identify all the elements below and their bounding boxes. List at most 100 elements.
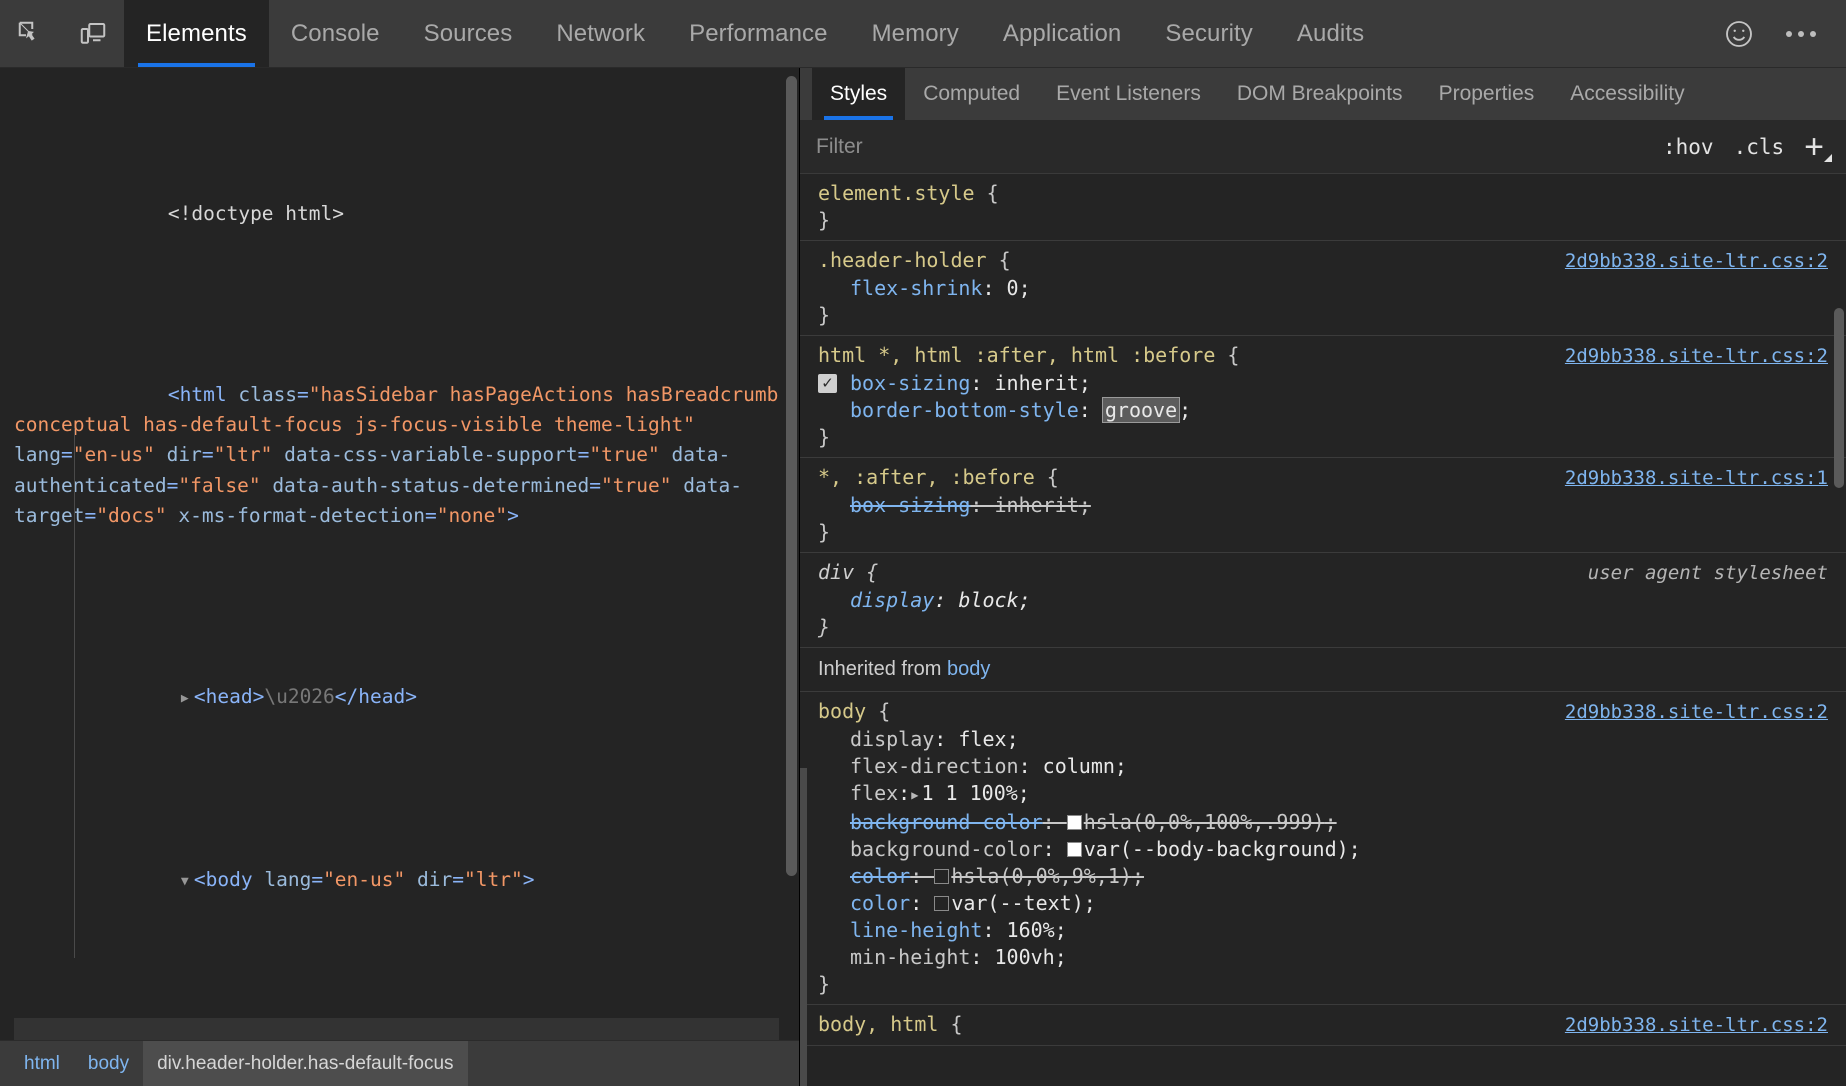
breadcrumb-item-body[interactable]: body bbox=[74, 1041, 143, 1086]
color-swatch[interactable] bbox=[1067, 815, 1082, 830]
css-value[interactable]: block bbox=[958, 588, 1018, 612]
dom-tree-scroll[interactable]: <!doctype html> <html class="hasSidebar … bbox=[0, 68, 799, 1040]
rule-selector[interactable]: div bbox=[818, 559, 854, 586]
tab-event-listeners[interactable]: Event Listeners bbox=[1038, 68, 1219, 120]
device-toolbar-icon[interactable] bbox=[62, 0, 124, 67]
tab-memory[interactable]: Memory bbox=[850, 0, 981, 67]
tab-audits[interactable]: Audits bbox=[1275, 0, 1386, 67]
css-value[interactable]: 1 1 100% bbox=[921, 781, 1017, 805]
rule-selector[interactable]: element.style bbox=[818, 180, 975, 207]
css-property[interactable]: line-height bbox=[850, 918, 982, 942]
dom-node-head[interactable]: <head>\u2026</head> bbox=[14, 652, 779, 745]
dom-node-html[interactable]: <html class="hasSidebar hasPageActions h… bbox=[14, 350, 779, 561]
declaration-background-color-overridden[interactable]: background-color: hsla(0,0%,100%,.999); bbox=[800, 809, 1846, 836]
declaration-background-color[interactable]: background-color: var(--body-background)… bbox=[800, 836, 1846, 863]
tab-application[interactable]: Application bbox=[981, 0, 1144, 67]
color-swatch[interactable] bbox=[934, 896, 949, 911]
stylesheet-origin-link[interactable]: 2d9bb338.site-ltr.css:2 bbox=[1565, 343, 1828, 370]
declaration-color-overridden[interactable]: color: hsla(0,0%,9%,1); bbox=[800, 863, 1846, 890]
toggle-element-classes-button[interactable]: .cls bbox=[1734, 135, 1785, 159]
declaration-display[interactable]: display: block; bbox=[800, 587, 1846, 614]
rule-selector[interactable]: body, html bbox=[818, 1011, 938, 1038]
dom-node-doctype[interactable]: <!doctype html> bbox=[14, 169, 779, 260]
tab-performance[interactable]: Performance bbox=[667, 0, 850, 67]
css-value[interactable]: var(--text) bbox=[951, 891, 1083, 915]
rule-selector[interactable]: body bbox=[818, 698, 866, 725]
css-value[interactable]: hsla(0,0%,100%,.999) bbox=[1084, 810, 1325, 834]
rule-universal[interactable]: *, :after, :before { 2d9bb338.site-ltr.c… bbox=[800, 458, 1846, 553]
dom-node-body[interactable]: <body lang="en-us" dir="ltr"> bbox=[14, 835, 779, 928]
tab-security[interactable]: Security bbox=[1143, 0, 1275, 67]
tab-elements[interactable]: Elements bbox=[124, 0, 269, 67]
rule-selector[interactable]: html *, html :after, html :before bbox=[818, 342, 1215, 369]
rule-selector[interactable]: *, :after, :before bbox=[818, 464, 1035, 491]
declaration-min-height[interactable]: min-height: 100vh; bbox=[800, 944, 1846, 971]
css-property[interactable]: flex-shrink bbox=[850, 276, 982, 300]
inherited-from-node[interactable]: body bbox=[947, 658, 990, 680]
css-property[interactable]: background-color bbox=[850, 837, 1043, 861]
css-value[interactable]: hsla(0,0%,9%,1) bbox=[951, 864, 1132, 888]
css-value[interactable]: column bbox=[1043, 754, 1115, 778]
color-swatch[interactable] bbox=[934, 869, 949, 884]
rule-element-style[interactable]: element.style { } bbox=[800, 174, 1846, 241]
css-value[interactable]: inherit bbox=[995, 493, 1079, 517]
tab-dom-breakpoints[interactable]: DOM Breakpoints bbox=[1219, 68, 1421, 120]
declaration-border-bottom-style[interactable]: border-bottom-style: groove; bbox=[800, 397, 1846, 424]
css-property[interactable]: box-sizing bbox=[850, 493, 970, 517]
stylesheet-origin-link[interactable]: 2d9bb338.site-ltr.css:2 bbox=[1565, 699, 1828, 726]
tab-properties[interactable]: Properties bbox=[1421, 68, 1553, 120]
stylesheet-origin-link[interactable]: 2d9bb338.site-ltr.css:1 bbox=[1565, 465, 1828, 492]
dom-tree-scrollbar[interactable] bbox=[786, 76, 797, 896]
css-property[interactable]: border-bottom-style bbox=[850, 398, 1079, 422]
declaration-flex-direction[interactable]: flex-direction: column; bbox=[800, 753, 1846, 780]
declaration-color[interactable]: color: var(--text); bbox=[800, 890, 1846, 917]
css-value[interactable]: 100vh bbox=[995, 945, 1055, 969]
css-value[interactable]: 160% bbox=[1007, 918, 1055, 942]
expand-shorthand-icon[interactable]: ▶ bbox=[911, 782, 918, 809]
rule-div-user-agent[interactable]: div { user agent stylesheet display: blo… bbox=[800, 553, 1846, 648]
expand-caret-head[interactable] bbox=[181, 684, 194, 714]
tab-styles[interactable]: Styles bbox=[812, 68, 905, 120]
declaration-box-sizing[interactable]: box-sizing: inherit; bbox=[800, 370, 1846, 397]
styles-scrollbar[interactable] bbox=[1834, 308, 1844, 488]
css-property[interactable]: flex bbox=[850, 781, 898, 805]
declaration-flex-shrink[interactable]: flex-shrink: 0; bbox=[800, 275, 1846, 302]
styles-filter-input[interactable] bbox=[814, 134, 1653, 160]
declaration-line-height[interactable]: line-height: 160%; bbox=[800, 917, 1846, 944]
css-value[interactable]: 0 bbox=[1007, 276, 1019, 300]
rule-html-universal[interactable]: html *, html :after, html :before { 2d9b… bbox=[800, 336, 1846, 458]
rule-header-holder[interactable]: .header-holder { 2d9bb338.site-ltr.css:2… bbox=[800, 241, 1846, 336]
smiley-face-icon[interactable] bbox=[1712, 7, 1766, 61]
declaration-box-sizing-overridden[interactable]: box-sizing: inherit; bbox=[800, 492, 1846, 519]
declaration-checkbox[interactable] bbox=[818, 374, 837, 393]
css-property[interactable]: background-color bbox=[850, 810, 1043, 834]
stylesheet-origin-link[interactable]: 2d9bb338.site-ltr.css:2 bbox=[1565, 1012, 1828, 1039]
toggle-hover-state-button[interactable]: :hov bbox=[1663, 135, 1714, 159]
rule-selector[interactable]: .header-holder bbox=[818, 247, 987, 274]
stylesheet-origin-link[interactable]: 2d9bb338.site-ltr.css:2 bbox=[1565, 248, 1828, 275]
breadcrumb-item-html[interactable]: html bbox=[10, 1041, 74, 1086]
css-property[interactable]: flex-direction bbox=[850, 754, 1019, 778]
css-value[interactable]: flex bbox=[958, 727, 1006, 751]
css-value[interactable]: var(--body-background) bbox=[1084, 837, 1349, 861]
css-property[interactable]: display bbox=[850, 588, 934, 612]
css-property[interactable]: min-height bbox=[850, 945, 970, 969]
tab-network[interactable]: Network bbox=[534, 0, 667, 67]
rule-body[interactable]: body { 2d9bb338.site-ltr.css:2 display: … bbox=[800, 692, 1846, 1005]
css-property[interactable]: display bbox=[850, 727, 934, 751]
css-value[interactable]: inherit bbox=[995, 371, 1079, 395]
css-property[interactable]: box-sizing bbox=[850, 371, 970, 395]
declaration-flex[interactable]: flex:▶1 1 100%; bbox=[800, 780, 1846, 809]
tab-accessibility[interactable]: Accessibility bbox=[1552, 68, 1702, 120]
dom-node-header-holder[interactable]: \u2026<div class="header-holder has-defa… bbox=[14, 1018, 779, 1040]
new-style-rule-button[interactable]: + bbox=[1804, 130, 1832, 164]
rule-body-html-partial[interactable]: body, html { 2d9bb338.site-ltr.css:2 bbox=[800, 1005, 1846, 1046]
css-value-editor[interactable]: groove bbox=[1103, 398, 1179, 422]
css-property[interactable]: color bbox=[850, 891, 910, 915]
declaration-display[interactable]: display: flex; bbox=[800, 726, 1846, 753]
tab-console[interactable]: Console bbox=[269, 0, 402, 67]
inspect-cursor-icon[interactable] bbox=[0, 0, 62, 67]
breadcrumb-item-header-holder[interactable]: div.header-holder.has-default-focus bbox=[143, 1041, 467, 1086]
more-options-icon[interactable] bbox=[1774, 7, 1828, 61]
css-property[interactable]: color bbox=[850, 864, 910, 888]
